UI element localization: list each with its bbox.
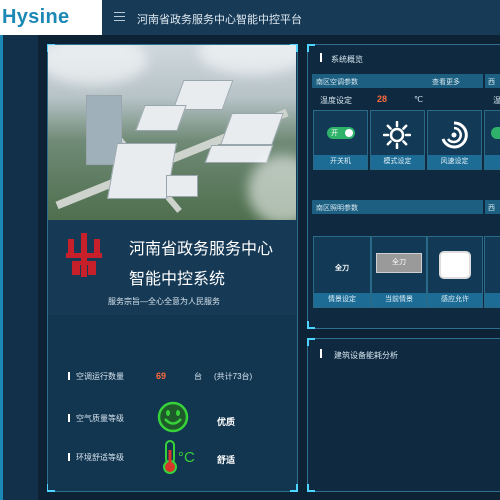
air-quality-value: 优质 bbox=[217, 417, 236, 427]
fan-speed-tile[interactable]: 风速设定 bbox=[427, 110, 482, 170]
comfort-label: 环境舒适等级 bbox=[68, 452, 124, 463]
ac-count-label: 空调运行数量 bbox=[68, 371, 124, 382]
temp-unit: ℃ bbox=[414, 95, 423, 104]
ac-params-header: 南区空调参数 查看更多 bbox=[312, 74, 483, 88]
logo-text: Hysine bbox=[2, 6, 70, 28]
comfort-value: 舒适 bbox=[217, 455, 236, 465]
emblem-icon bbox=[66, 233, 102, 277]
mode-tile[interactable]: 模式设定 bbox=[370, 110, 425, 170]
light-params-header-west: 西 bbox=[485, 200, 500, 214]
ac-count-value: 69 bbox=[156, 371, 167, 381]
org-name: 河南省政务服务中心 bbox=[129, 241, 274, 258]
scene-set-inner: 全刀 bbox=[335, 265, 349, 272]
ac-count-total: (共计73台) bbox=[214, 372, 253, 381]
partial-tile-light[interactable] bbox=[484, 236, 500, 308]
scene-set-tile[interactable]: 全刀 情景设定 bbox=[313, 236, 371, 308]
temp-label-west: 温 bbox=[493, 96, 500, 105]
menu-icon[interactable] bbox=[114, 12, 125, 21]
overview-title: 系统概览 bbox=[331, 55, 363, 64]
smile-icon bbox=[157, 401, 189, 433]
energy-title: 建筑设备能耗分析 bbox=[334, 351, 398, 360]
air-quality-label: 空气质量等级 bbox=[68, 413, 124, 424]
temp-value[interactable]: 28 bbox=[377, 94, 387, 104]
slogan: 服务宗旨—全心全意为人民服务 bbox=[108, 297, 220, 306]
current-scene-button[interactable]: 全刀 bbox=[376, 253, 422, 273]
view-more-link[interactable]: 查看更多 bbox=[432, 77, 460, 87]
ac-params-header-west: 西 bbox=[485, 74, 500, 88]
system-name: 智能中控系统 bbox=[129, 271, 226, 288]
left-rail-accent bbox=[0, 35, 3, 500]
sun-icon bbox=[383, 121, 411, 149]
ac-count-unit: 台 bbox=[194, 372, 202, 381]
power-tile[interactable]: 开 开关机 bbox=[313, 110, 368, 170]
mode-tile-caption: 模式设定 bbox=[371, 155, 424, 169]
fan-speed-tile-caption: 风速设定 bbox=[428, 155, 481, 169]
thermometer-icon: °C bbox=[163, 440, 195, 474]
energy-title-bar bbox=[320, 349, 322, 358]
sensor-allow-tile[interactable]: 感应允许 bbox=[427, 236, 483, 308]
light-params-header: 南区照明参数 bbox=[312, 200, 483, 214]
building-image bbox=[48, 45, 296, 220]
power-toggle[interactable]: 开 bbox=[327, 127, 355, 139]
current-scene-caption: 当前情景 bbox=[372, 293, 426, 307]
left-rail bbox=[0, 35, 38, 500]
logo[interactable]: Hysine bbox=[0, 0, 102, 35]
partial-tile-ac[interactable] bbox=[484, 110, 500, 170]
swirl-icon bbox=[441, 121, 468, 149]
temp-label: 温度设定 bbox=[320, 96, 352, 105]
current-scene-tile[interactable]: 全刀 当前情景 bbox=[371, 236, 427, 308]
scene-set-caption: 情景设定 bbox=[314, 293, 370, 307]
svg-text:°C: °C bbox=[178, 449, 195, 466]
power-tile-caption: 开关机 bbox=[314, 155, 367, 169]
sensor-allow-caption: 感应允许 bbox=[428, 293, 482, 307]
overview-title-bar bbox=[320, 53, 322, 62]
app-title: 河南省政务服务中心智能中控平台 bbox=[137, 14, 302, 26]
sensor-toggle-square[interactable] bbox=[439, 251, 471, 279]
energy-panel bbox=[307, 338, 500, 492]
